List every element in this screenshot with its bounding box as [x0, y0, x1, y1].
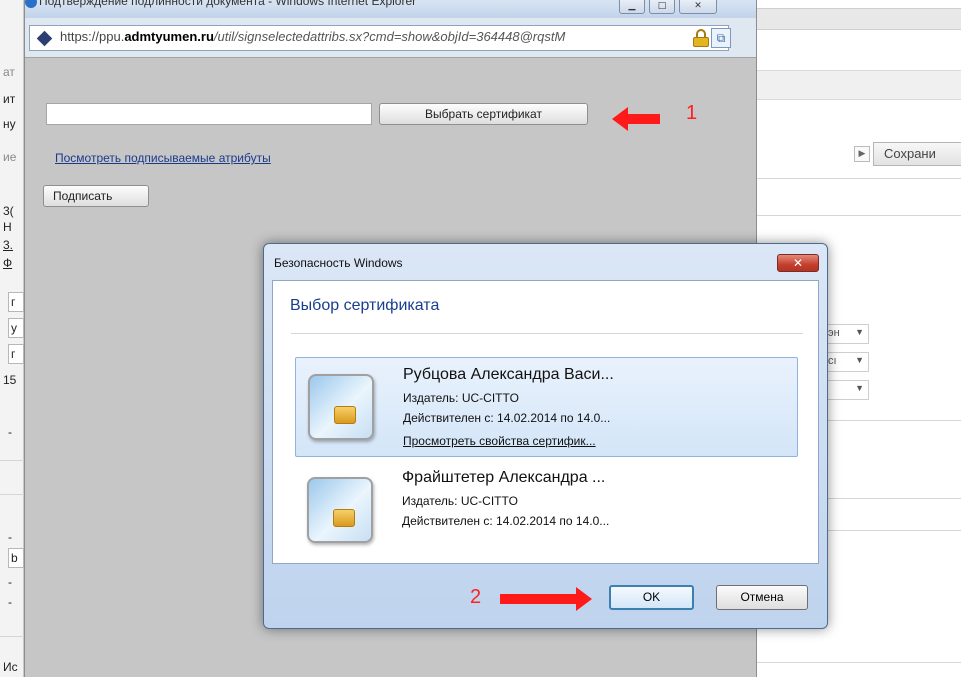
cancel-button[interactable]: Отмена — [716, 585, 808, 610]
certificate-name: Рубцова Александра Васи... — [403, 366, 614, 383]
background-divider — [757, 215, 961, 216]
dialog-title: Безопасность Windows — [274, 256, 403, 270]
save-button[interactable]: Сохрани — [873, 142, 961, 166]
select-certificate-button[interactable]: Выбрать сертификат — [379, 103, 588, 125]
annotation-arrow-2 — [500, 587, 592, 611]
annotation-number-2: 2 — [470, 586, 482, 608]
background-text: - — [8, 425, 12, 439]
background-link[interactable]: 3. — [3, 238, 13, 252]
background-divider — [0, 460, 24, 461]
background-text: ит — [3, 92, 16, 106]
certificate-issuer: Издатель: UC-CITTO — [403, 391, 519, 405]
certificate-name: Фрайштетер Александра ... — [402, 469, 606, 486]
chevron-down-icon: ▼ — [855, 355, 864, 365]
background-field[interactable]: г — [8, 344, 24, 364]
background-text: ат — [3, 65, 15, 79]
address-bar: https://ppu.admtyumen.ru/util/signselect… — [25, 18, 756, 58]
background-text: - — [8, 530, 12, 544]
ie-title-bar: Подтверждение подлинности документа - Wi… — [25, 0, 756, 18]
background-text: 15 — [3, 373, 17, 387]
close-icon: ✕ — [694, 1, 702, 11]
annotation-number-1: 1 — [686, 102, 698, 124]
certificate-validity: Действителен с: 14.02.2014 по 14.0... — [402, 514, 610, 528]
certificate-item[interactable]: Фрайштетер Александра ... Издатель: UC-C… — [295, 461, 798, 561]
background-text: ну — [3, 117, 16, 131]
compatibility-view-icon[interactable]: ⧉ — [711, 28, 731, 48]
maximize-icon: □ — [657, 1, 667, 11]
background-header-band — [757, 70, 961, 100]
sign-button[interactable]: Подписать — [43, 185, 149, 207]
background-field[interactable]: г — [8, 292, 24, 312]
background-divider — [757, 178, 961, 179]
view-signed-attributes-link[interactable]: Посмотреть подписываемые атрибуты — [55, 151, 271, 165]
background-field[interactable]: b — [8, 548, 24, 568]
background-link[interactable]: Ф — [3, 256, 12, 270]
annotation-arrow-1 — [612, 107, 660, 131]
windows-security-dialog: Безопасность Windows ✕ Выбор сертификата… — [263, 243, 828, 629]
certificate-validity: Действителен с: 14.02.2014 по 14.0... — [403, 411, 611, 425]
background-field[interactable]: у — [8, 318, 24, 338]
lock-icon[interactable] — [693, 29, 709, 47]
chevron-down-icon: ▼ — [855, 383, 864, 393]
background-text: - — [8, 575, 12, 589]
background-dropdown[interactable]: эн ▼ — [825, 324, 869, 344]
smart-card-icon — [304, 370, 380, 446]
background-text: Ис — [3, 660, 18, 674]
minimize-icon: ▁ — [628, 1, 636, 11]
background-text: - — [8, 595, 12, 609]
url-field[interactable]: https://ppu.admtyumen.ru/util/signselect… — [29, 25, 731, 51]
ie-window-title: Подтверждение подлинности документа - Wi… — [39, 0, 417, 8]
window-close-button[interactable]: ✕ — [679, 0, 717, 14]
background-text: ие — [3, 150, 17, 164]
ok-button[interactable]: OK — [609, 585, 694, 610]
background-dropdown[interactable]: сı ▼ — [825, 352, 869, 372]
certificate-item-selected[interactable]: Рубцова Александра Васи... Издатель: UC-… — [295, 357, 798, 457]
chevron-down-icon: ▼ — [855, 327, 864, 337]
dialog-body: Выбор сертификата Рубцова Александра Вас… — [272, 280, 819, 564]
ie-logo-icon — [25, 0, 37, 8]
background-divider — [0, 494, 24, 495]
dialog-heading: Выбор сертификата — [290, 297, 440, 314]
certificate-input[interactable] — [46, 103, 372, 125]
dialog-separator — [291, 333, 803, 334]
background-text: Н — [3, 220, 12, 234]
certificate-issuer: Издатель: UC-CITTO — [402, 494, 518, 508]
dialog-close-button[interactable]: ✕ — [777, 254, 819, 272]
background-dropdown[interactable]: ▼ — [825, 380, 869, 400]
maximize-button[interactable]: □ — [649, 0, 675, 14]
smart-card-icon — [303, 473, 379, 549]
minimize-button[interactable]: ▁ — [619, 0, 645, 14]
background-toolbar — [757, 8, 961, 30]
play-icon[interactable]: ▶ — [854, 146, 870, 162]
url-text: https://ppu.admtyumen.ru/util/signselect… — [60, 29, 566, 44]
background-divider — [0, 636, 24, 637]
view-certificate-properties-link[interactable]: Просмотреть свойства сертифик... — [403, 434, 596, 448]
background-text: 3( — [3, 204, 14, 218]
site-icon — [36, 30, 53, 47]
background-divider — [757, 662, 961, 663]
